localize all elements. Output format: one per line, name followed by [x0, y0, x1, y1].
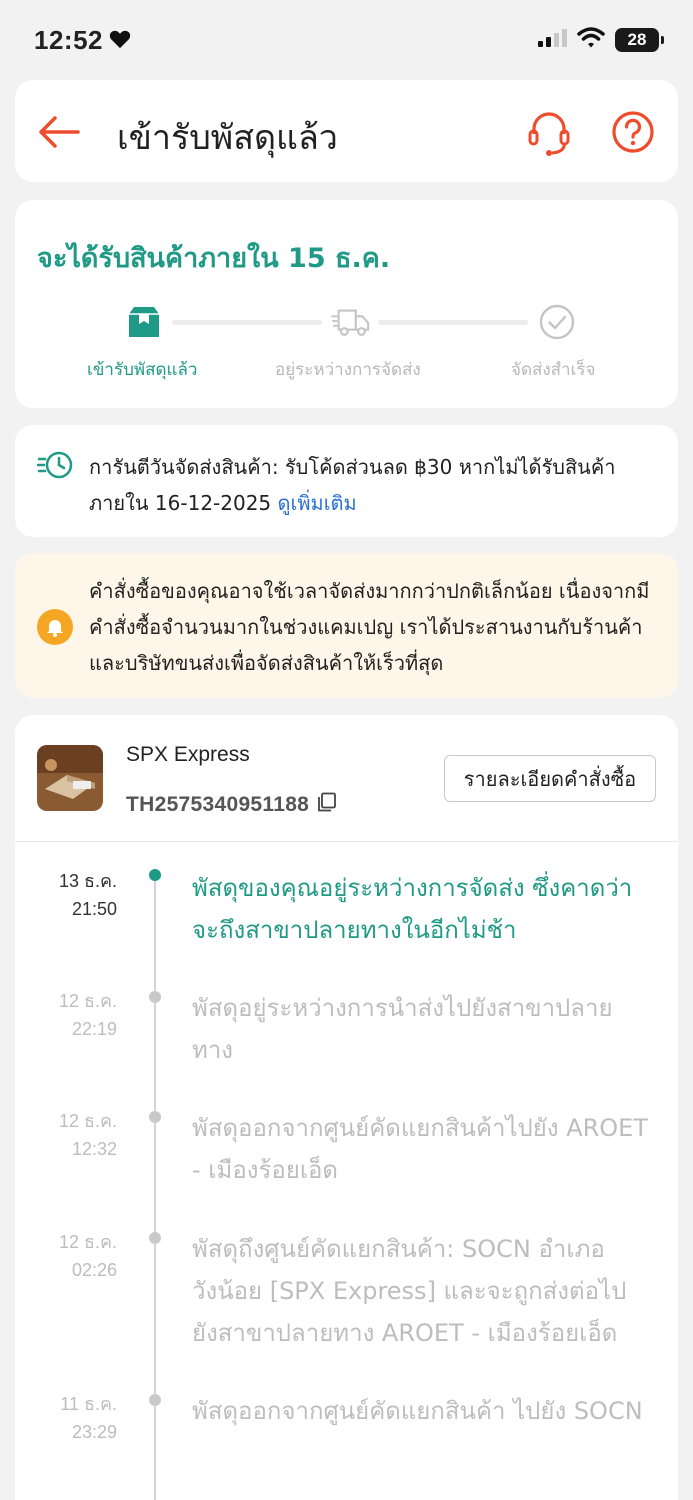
timeline-dot — [149, 991, 161, 1003]
event-description: พัสดุของคุณอยู่ระหว่างการจัดส่ง ซึ่งคาดว… — [192, 874, 633, 944]
timeline-dot — [149, 869, 161, 881]
package-icon — [124, 302, 164, 342]
tracking-card: SPX Express TH2575340951188 รายละเอียดคำ… — [15, 715, 678, 1500]
wifi-icon — [577, 26, 605, 54]
step-label-in-transit: อยู่ระหว่างการจัดส่ง — [275, 360, 421, 380]
arrow-left-icon — [39, 116, 80, 148]
event-date: 13 ธ.ค. — [58, 871, 117, 891]
event-description: พัสดุออกจากศูนย์คัดแยกสินค้า ไปยัง SOCN — [192, 1397, 643, 1425]
event-time: 22:19 — [71, 1019, 117, 1039]
timeline-dot — [149, 1232, 161, 1244]
timeline-line — [154, 880, 156, 1500]
headset-icon — [528, 112, 570, 156]
step-label-picked-up: เข้ารับพัสดุแล้ว — [87, 360, 198, 380]
copy-icon[interactable] — [317, 792, 337, 818]
event-time: 23:29 — [71, 1422, 117, 1442]
help-button[interactable] — [611, 110, 655, 154]
progress-segment — [378, 320, 528, 325]
page-title: เข้ารับพัสดุแล้ว — [117, 118, 338, 158]
battery-icon: 28 — [615, 28, 664, 52]
delivery-guarantee-text: การันตีวันจัดส่งสินค้า: รับโค้ดส่วนลด ฿3… — [89, 449, 659, 521]
heart-icon — [109, 25, 131, 56]
event-time: 21:50 — [71, 899, 117, 919]
see-more-link[interactable]: ดูเพิ่มเติม — [278, 491, 357, 515]
support-button[interactable] — [525, 108, 573, 156]
timeline-dot — [149, 1394, 161, 1406]
event-description: พัสดุถึงศูนย์คัดแยกสินค้า: SOCN อำเภอวัง… — [192, 1235, 627, 1347]
event-description: พัสดุออกจากศูนย์คัดแยกสินค้าไปยัง AROET … — [192, 1114, 648, 1184]
event-date: 11 ธ.ค. — [60, 1394, 117, 1414]
tracking-number: TH2575340951188 — [126, 793, 310, 816]
delivery-guarantee-card: การันตีวันจัดส่งสินค้า: รับโค้ดส่วนลด ฿3… — [15, 425, 678, 537]
delay-notice-text: คำสั่งซื้อของคุณอาจใช้เวลาจัดส่งมากกว่าป… — [89, 579, 650, 675]
event-date: 12 ธ.ค. — [58, 1111, 117, 1131]
divider — [15, 841, 678, 842]
truck-icon — [331, 302, 371, 342]
progress-segment — [172, 320, 322, 325]
delivery-estimate-title: จะได้รับสินค้าภายใน 15 ธ.ค. — [37, 243, 391, 274]
back-button[interactable] — [37, 110, 81, 154]
step-label-delivered: จัดส่งสำเร็จ — [511, 360, 596, 380]
event-description: พัสดุอยู่ระหว่างการนำส่งไปยังสาขาปลายทาง — [192, 994, 613, 1064]
product-thumbnail — [37, 745, 103, 811]
question-circle-icon — [612, 111, 654, 153]
courier-name: SPX Express — [126, 743, 250, 766]
delivery-estimate-card: จะได้รับสินค้าภายใน 15 ธ.ค. เข้ารับพัสดุ… — [15, 200, 678, 408]
status-bar: 12:52 28 — [0, 0, 693, 80]
timeline-dot — [149, 1111, 161, 1123]
check-circle-icon — [537, 302, 577, 342]
delay-notice-card: คำสั่งซื้อของคุณอาจใช้เวลาจัดส่งมากกว่าป… — [15, 553, 678, 698]
event-date: 12 ธ.ค. — [58, 1232, 117, 1252]
order-details-button[interactable]: รายละเอียดคำสั่งซื้อ — [444, 755, 656, 802]
header-bar: เข้ารับพัสดุแล้ว — [15, 80, 678, 182]
fast-clock-icon — [36, 449, 75, 481]
event-time: 02:26 — [71, 1260, 117, 1280]
status-time: 12:52 — [34, 24, 103, 55]
bell-icon — [37, 609, 73, 645]
event-date: 12 ธ.ค. — [58, 991, 117, 1011]
event-time: 12:32 — [71, 1139, 117, 1159]
signal-icon — [537, 28, 567, 53]
